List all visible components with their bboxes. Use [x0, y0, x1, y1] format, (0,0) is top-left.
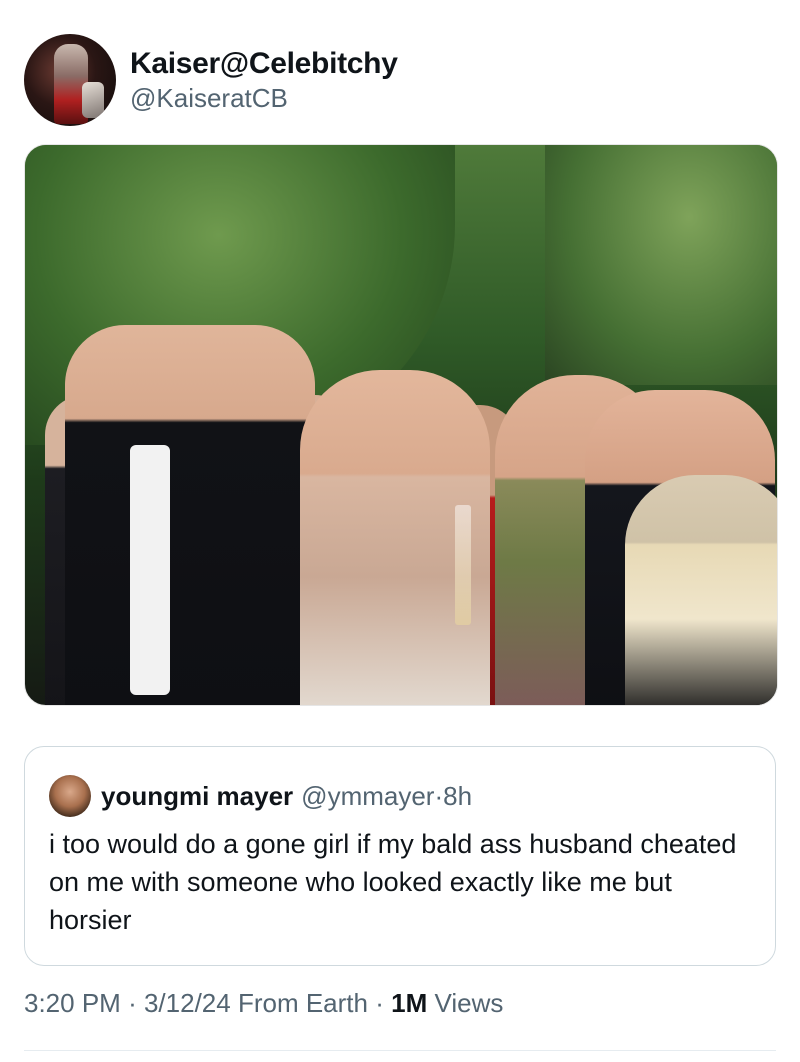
author-handle[interactable]: @KaiseratCB: [130, 82, 398, 114]
views-count: 1M: [391, 988, 428, 1018]
photo-man-tuxedo: [65, 325, 315, 705]
tweet-location: From Earth: [237, 988, 368, 1018]
meta-separator: ·: [375, 988, 384, 1018]
quoted-time-ago[interactable]: 8h: [443, 781, 472, 812]
views-label: Views: [434, 988, 504, 1018]
photo-shirt: [130, 445, 170, 695]
divider: [24, 1050, 776, 1051]
quoted-avatar[interactable]: [49, 775, 91, 817]
avatar-highlight: [82, 82, 104, 118]
tweet-photo[interactable]: [24, 144, 778, 706]
author-names: Kaiser@Celebitchy @KaiseratCB: [130, 46, 398, 114]
quoted-display-name[interactable]: youngmi mayer: [101, 781, 293, 812]
author-avatar[interactable]: [24, 34, 116, 126]
photo-hedge-right: [545, 145, 777, 385]
tweet-metadata: 3:20 PM · 3/12/24 From Earth · 1M Views: [24, 988, 503, 1019]
quoted-handle[interactable]: @ymmayer: [301, 781, 434, 812]
quoted-tweet-header: youngmi mayer @ymmayer · 8h: [49, 775, 472, 817]
author-display-name[interactable]: Kaiser@Celebitchy: [130, 46, 398, 82]
quoted-separator: ·: [434, 780, 444, 811]
photo-person-foreground: [625, 475, 777, 705]
photo-champagne-flute: [455, 505, 471, 625]
quoted-tweet-text: i too would do a gone girl if my bald as…: [49, 829, 737, 935]
meta-separator: ·: [128, 988, 137, 1018]
tweet-date[interactable]: 3/12/24: [144, 988, 231, 1018]
quoted-tweet[interactable]: youngmi mayer @ymmayer · 8h i too would …: [24, 746, 776, 966]
tweet-time[interactable]: 3:20 PM: [24, 988, 121, 1018]
tweet-author: Kaiser@Celebitchy @KaiseratCB: [24, 34, 398, 126]
